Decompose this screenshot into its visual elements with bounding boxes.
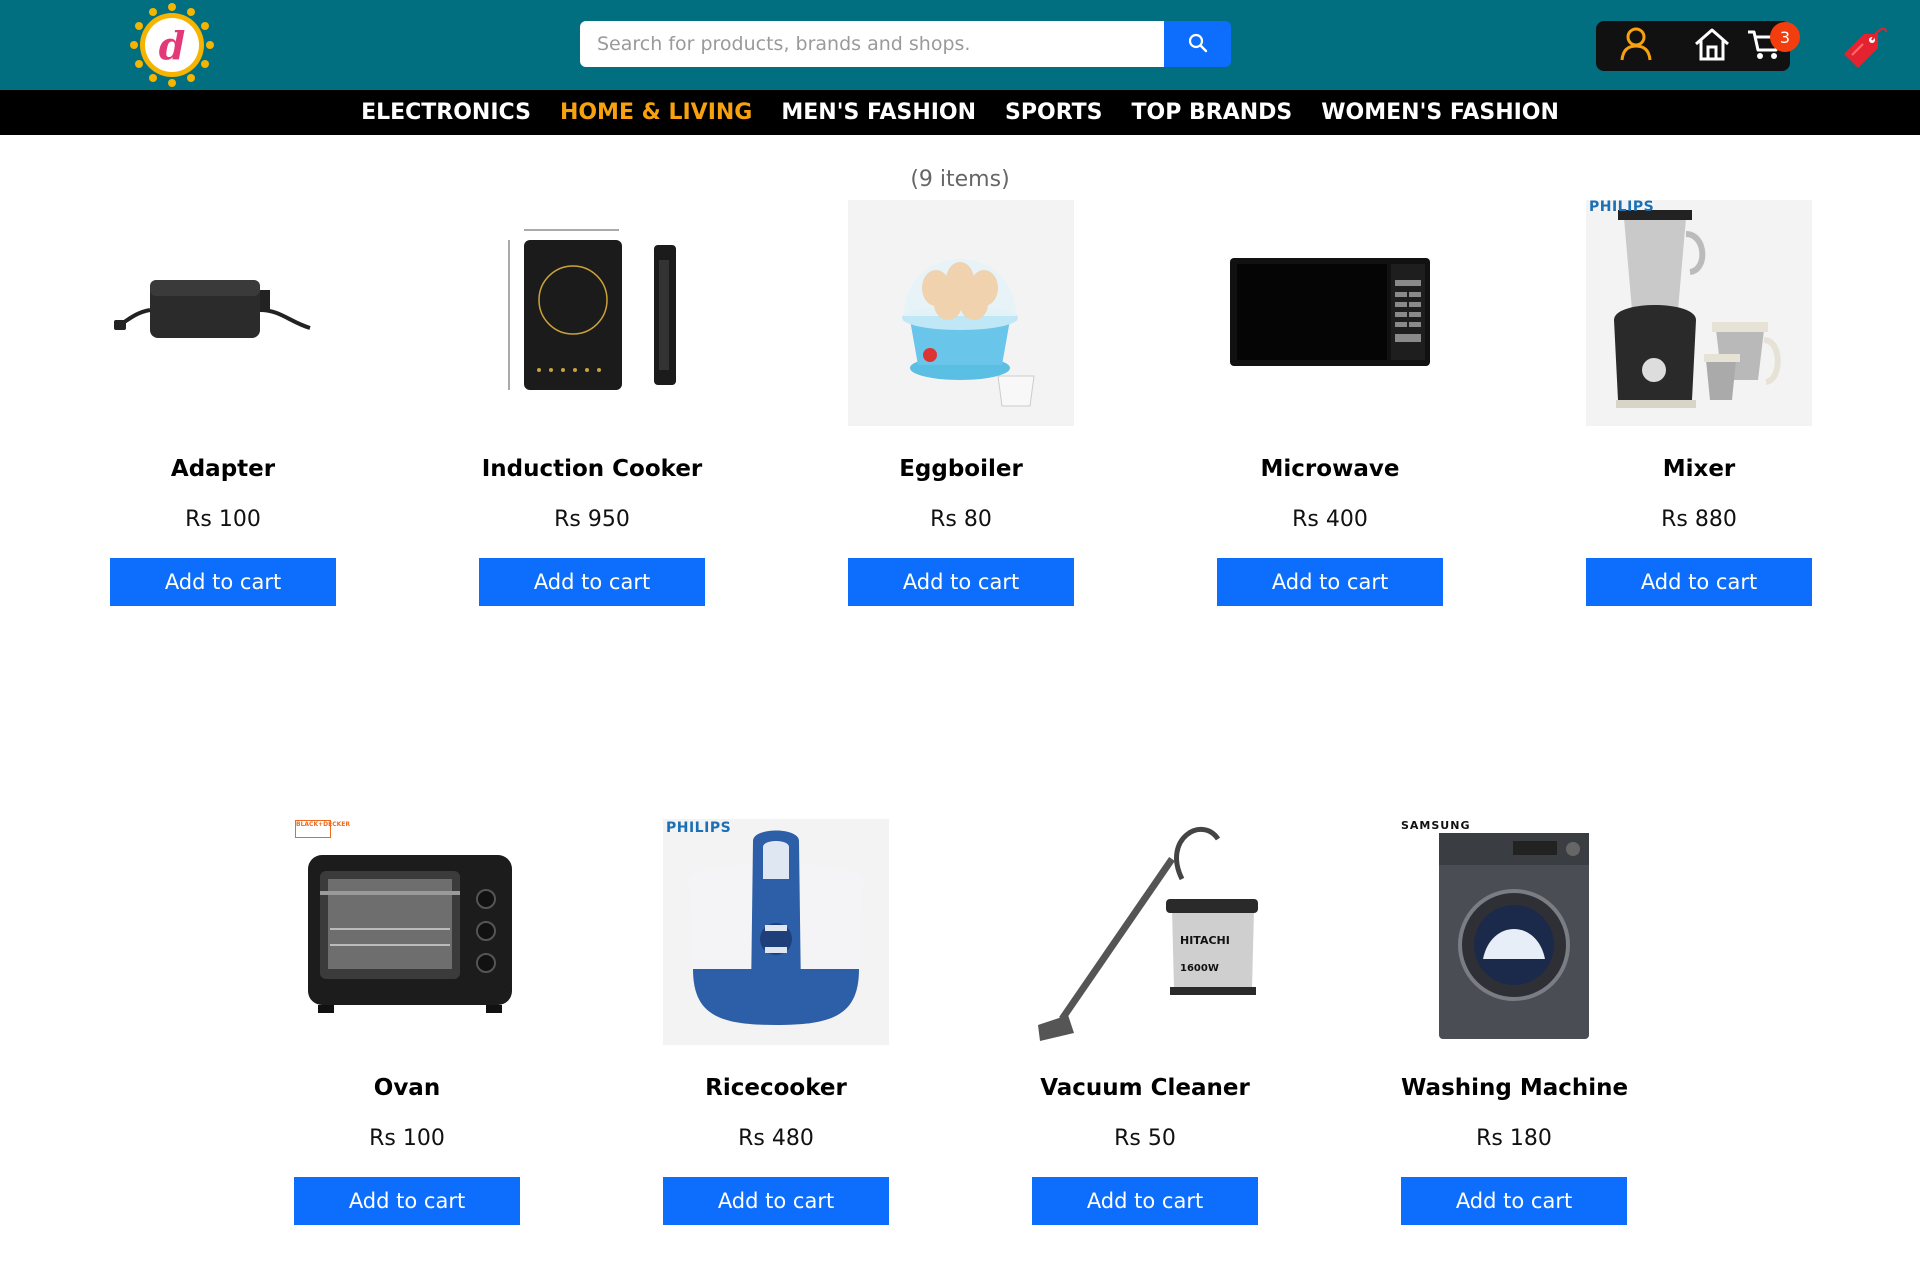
home-button[interactable]: [1684, 21, 1740, 71]
nav-mens-fashion[interactable]: MEN'S FASHION: [781, 100, 976, 125]
header: d 3: [0, 0, 1920, 90]
add-to-cart-button[interactable]: Add to cart: [1401, 1177, 1627, 1225]
search-input[interactable]: [580, 21, 1164, 67]
product-card: Microwave Rs 400 Add to cart: [1217, 200, 1443, 606]
product-name[interactable]: Ovan: [294, 1070, 520, 1106]
product-name[interactable]: Ricecooker: [663, 1070, 889, 1106]
adapter-image[interactable]: [110, 200, 336, 426]
vacuum-cleaner-image[interactable]: HITACHI 1600W: [1032, 819, 1258, 1045]
home-icon: [1693, 27, 1731, 65]
svg-text:HITACHI: HITACHI: [1180, 934, 1230, 947]
items-count: (9 items): [910, 167, 1010, 192]
product-name[interactable]: Vacuum Cleaner: [1032, 1070, 1258, 1106]
nav-home-living[interactable]: HOME & LIVING: [560, 100, 752, 125]
product-card: BLACK+DECKER Ovan Rs 100 Add to cart: [294, 819, 520, 1225]
brand-label: BLACK+DECKER: [295, 820, 350, 838]
add-to-cart-button[interactable]: Add to cart: [1032, 1177, 1258, 1225]
product-price: Rs 50: [1114, 1126, 1176, 1151]
eggboiler-image[interactable]: [848, 200, 1074, 426]
price-tag-icon: [1840, 27, 1890, 74]
account-button[interactable]: [1608, 21, 1664, 71]
add-to-cart-button[interactable]: Add to cart: [479, 558, 705, 606]
header-icon-group: [1596, 21, 1790, 71]
product-name[interactable]: Microwave: [1217, 451, 1443, 487]
add-to-cart-button[interactable]: Add to cart: [110, 558, 336, 606]
product-card: Adapter Rs 100 Add to cart: [110, 200, 336, 606]
product-price: Rs 480: [738, 1126, 814, 1151]
category-nav: ELECTRONICS HOME & LIVING MEN'S FASHION …: [0, 90, 1920, 135]
search-button[interactable]: [1164, 21, 1231, 67]
brand-label: PHILIPS: [1589, 199, 1655, 215]
search-icon: [1188, 33, 1208, 56]
cart-count-badge: 3: [1770, 22, 1800, 52]
product-price: Rs 80: [930, 507, 992, 532]
product-card: Induction Cooker Rs 950 Add to cart: [479, 200, 705, 606]
nav-womens-fashion[interactable]: WOMEN'S FASHION: [1321, 100, 1559, 125]
product-name[interactable]: Adapter: [110, 451, 336, 487]
ricecooker-image[interactable]: PHILIPS: [663, 819, 889, 1045]
product-card: Eggboiler Rs 80 Add to cart: [848, 200, 1074, 606]
offers-button[interactable]: [1840, 24, 1890, 74]
add-to-cart-button[interactable]: Add to cart: [1586, 558, 1812, 606]
user-icon: [1620, 27, 1652, 65]
product-name[interactable]: Induction Cooker: [479, 451, 705, 487]
product-name[interactable]: Mixer: [1586, 451, 1812, 487]
product-card: PHILIPS Mixer Rs 880 Add to cart: [1586, 199, 1812, 606]
add-to-cart-button[interactable]: Add to cart: [848, 558, 1074, 606]
add-to-cart-button[interactable]: Add to cart: [663, 1177, 889, 1225]
nav-top-brands[interactable]: TOP BRANDS: [1132, 100, 1293, 125]
add-to-cart-button[interactable]: Add to cart: [294, 1177, 520, 1225]
site-logo[interactable]: d: [130, 3, 214, 87]
induction-cooker-image[interactable]: [479, 200, 705, 426]
product-card: PHILIPS Ricecooker Rs 480 Add to cart: [663, 819, 889, 1225]
product-price: Rs 180: [1476, 1126, 1552, 1151]
product-price: Rs 400: [1292, 507, 1368, 532]
mixer-image[interactable]: PHILIPS: [1586, 199, 1812, 426]
nav-sports[interactable]: SPORTS: [1005, 100, 1102, 125]
microwave-image[interactable]: [1217, 200, 1443, 426]
product-price: Rs 880: [1661, 507, 1737, 532]
washing-machine-image[interactable]: SAMSUNG: [1401, 819, 1627, 1045]
product-price: Rs 950: [554, 507, 630, 532]
product-price: Rs 100: [369, 1126, 445, 1151]
svg-text:d: d: [159, 23, 186, 68]
brand-label: SAMSUNG: [1401, 819, 1471, 832]
brand-label: PHILIPS: [666, 820, 732, 836]
product-price: Rs 100: [185, 507, 261, 532]
search-bar: [580, 21, 1231, 67]
add-to-cart-button[interactable]: Add to cart: [1217, 558, 1443, 606]
nav-electronics[interactable]: ELECTRONICS: [361, 100, 531, 125]
product-card: SAMSUNG Washing Machine Rs 180 Add to ca…: [1401, 819, 1628, 1225]
oven-image[interactable]: BLACK+DECKER: [294, 819, 520, 1045]
product-name[interactable]: Eggboiler: [848, 451, 1074, 487]
product-name[interactable]: Washing Machine: [1401, 1070, 1628, 1106]
product-card: HITACHI 1600W Vacuum Cleaner Rs 50 Add t…: [1032, 819, 1258, 1225]
svg-text:1600W: 1600W: [1180, 963, 1219, 974]
